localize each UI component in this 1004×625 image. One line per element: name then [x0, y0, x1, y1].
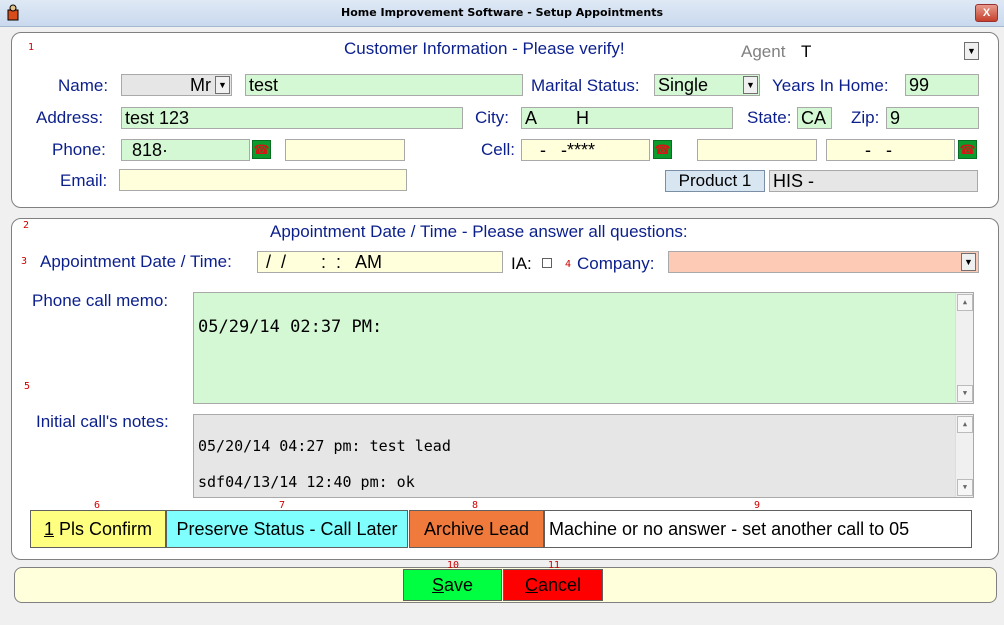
appointment-date-input[interactable]: / / : : AM	[257, 251, 503, 273]
window-title: Home Improvement Software - Setup Appoin…	[340, 6, 664, 19]
customer-info-heading: Customer Information - Please verify!	[344, 39, 625, 58]
preserve-status-button[interactable]: Preserve Status - Call Later	[166, 510, 408, 548]
memo-text: 05/29/14 02:37 PM:	[198, 317, 383, 337]
phone-label: Phone:	[52, 140, 106, 159]
zip-input[interactable]: 9	[886, 107, 979, 129]
section-number-5: 5	[24, 381, 31, 392]
notes-scrollbar[interactable]: ▲ ▼	[955, 415, 973, 497]
marital-status-value: Single	[658, 75, 709, 95]
address-label: Address:	[36, 108, 104, 127]
memo-scroll-up-icon[interactable]: ▲	[957, 294, 973, 311]
agent-value: T	[801, 42, 812, 61]
product-value-field: HIS -	[769, 170, 978, 192]
phone-call-memo-label: Phone call memo:	[32, 291, 169, 310]
name-input[interactable]: test	[245, 74, 523, 96]
cell3-dial-icon[interactable]: ☎	[958, 140, 977, 159]
company-dropdown-button[interactable]: ▼	[961, 253, 976, 271]
years-in-home-input[interactable]: 99	[905, 74, 979, 96]
ia-label: IA:	[511, 254, 532, 273]
agent-label: Agent	[741, 42, 786, 61]
phone-call-memo-textarea[interactable]: 05/29/14 02:37 PM: ▲ ▼	[193, 292, 974, 404]
salutation-dropdown-button[interactable]: ▼	[215, 76, 230, 94]
archive-lead-button[interactable]: Archive Lead	[409, 510, 544, 548]
initial-call-notes-label: Initial call's notes:	[36, 412, 169, 431]
company-select[interactable]	[668, 251, 979, 273]
cell-dial-icon[interactable]: ☎	[653, 140, 672, 159]
title-bar: Home Improvement Software - Setup Appoin…	[0, 0, 1004, 27]
salutation-value: Mr	[190, 75, 211, 95]
ia-checkbox[interactable]	[542, 258, 552, 268]
marital-status-label: Marital Status:	[531, 76, 640, 95]
appointment-heading: Appointment Date / Time - Please answer …	[270, 222, 688, 241]
city-input[interactable]: A H	[521, 107, 733, 129]
name-label: Name:	[58, 76, 109, 95]
company-label: Company:	[577, 254, 655, 273]
save-button[interactable]: Save	[403, 569, 502, 601]
years-in-home-label: Years In Home:	[772, 76, 889, 95]
cancel-label: ancel	[537, 575, 582, 595]
phone-input[interactable]: 818·	[121, 139, 250, 161]
cell-label: Cell:	[481, 140, 516, 159]
email-input[interactable]	[119, 169, 407, 191]
zip-label: Zip:	[851, 108, 880, 127]
pls-confirm-label: Pls Confirm	[54, 519, 153, 539]
marital-status-dropdown-button[interactable]: ▼	[743, 76, 758, 94]
cancel-button[interactable]: Cancel	[503, 569, 603, 601]
notes-line: sdf04/13/14 12:40 pm: ok	[198, 473, 415, 491]
notes-scroll-up-icon[interactable]: ▲	[957, 416, 973, 433]
initial-call-notes-textarea[interactable]: 05/20/14 04:27 pm: test lead sdf04/13/14…	[193, 414, 974, 498]
appointment-date-label: Appointment Date / Time:	[40, 252, 232, 271]
close-button[interactable]: X	[975, 4, 998, 22]
state-label: State:	[747, 108, 792, 127]
phone-dial-icon[interactable]: ☎	[252, 140, 271, 159]
email-label: Email:	[60, 171, 108, 190]
section-number-2: 2	[23, 220, 30, 231]
notes-scroll-down-icon[interactable]: ▼	[957, 479, 973, 496]
pls-confirm-button[interactable]: 1 Pls Confirm	[30, 510, 166, 548]
agent-dropdown[interactable]: ▼	[964, 42, 979, 60]
cell2-input[interactable]	[697, 139, 817, 161]
section-number-1: 1	[28, 42, 35, 53]
city-label: City:	[475, 108, 509, 127]
cancel-hotkey: C	[524, 575, 538, 595]
section-number-4: 4	[565, 259, 572, 270]
machine-no-answer-button[interactable]: Machine or no answer - set another call …	[544, 510, 972, 548]
cell3-input[interactable]: - -	[826, 139, 955, 161]
product-1-button[interactable]: Product 1	[665, 170, 765, 192]
pls-confirm-hotkey: 1	[43, 519, 54, 539]
address-input[interactable]: test 123	[121, 107, 463, 129]
cell-input[interactable]: - -****	[521, 139, 650, 161]
save-hotkey: S	[431, 575, 444, 595]
notes-line: 05/20/14 04:27 pm: test lead	[198, 437, 451, 455]
memo-scroll-down-icon[interactable]: ▼	[957, 385, 973, 402]
save-label: ave	[443, 575, 474, 595]
memo-scrollbar[interactable]: ▲ ▼	[955, 293, 973, 403]
phone2-input[interactable]	[285, 139, 405, 161]
state-input[interactable]: CA	[797, 107, 832, 129]
section-number-3: 3	[21, 256, 28, 267]
